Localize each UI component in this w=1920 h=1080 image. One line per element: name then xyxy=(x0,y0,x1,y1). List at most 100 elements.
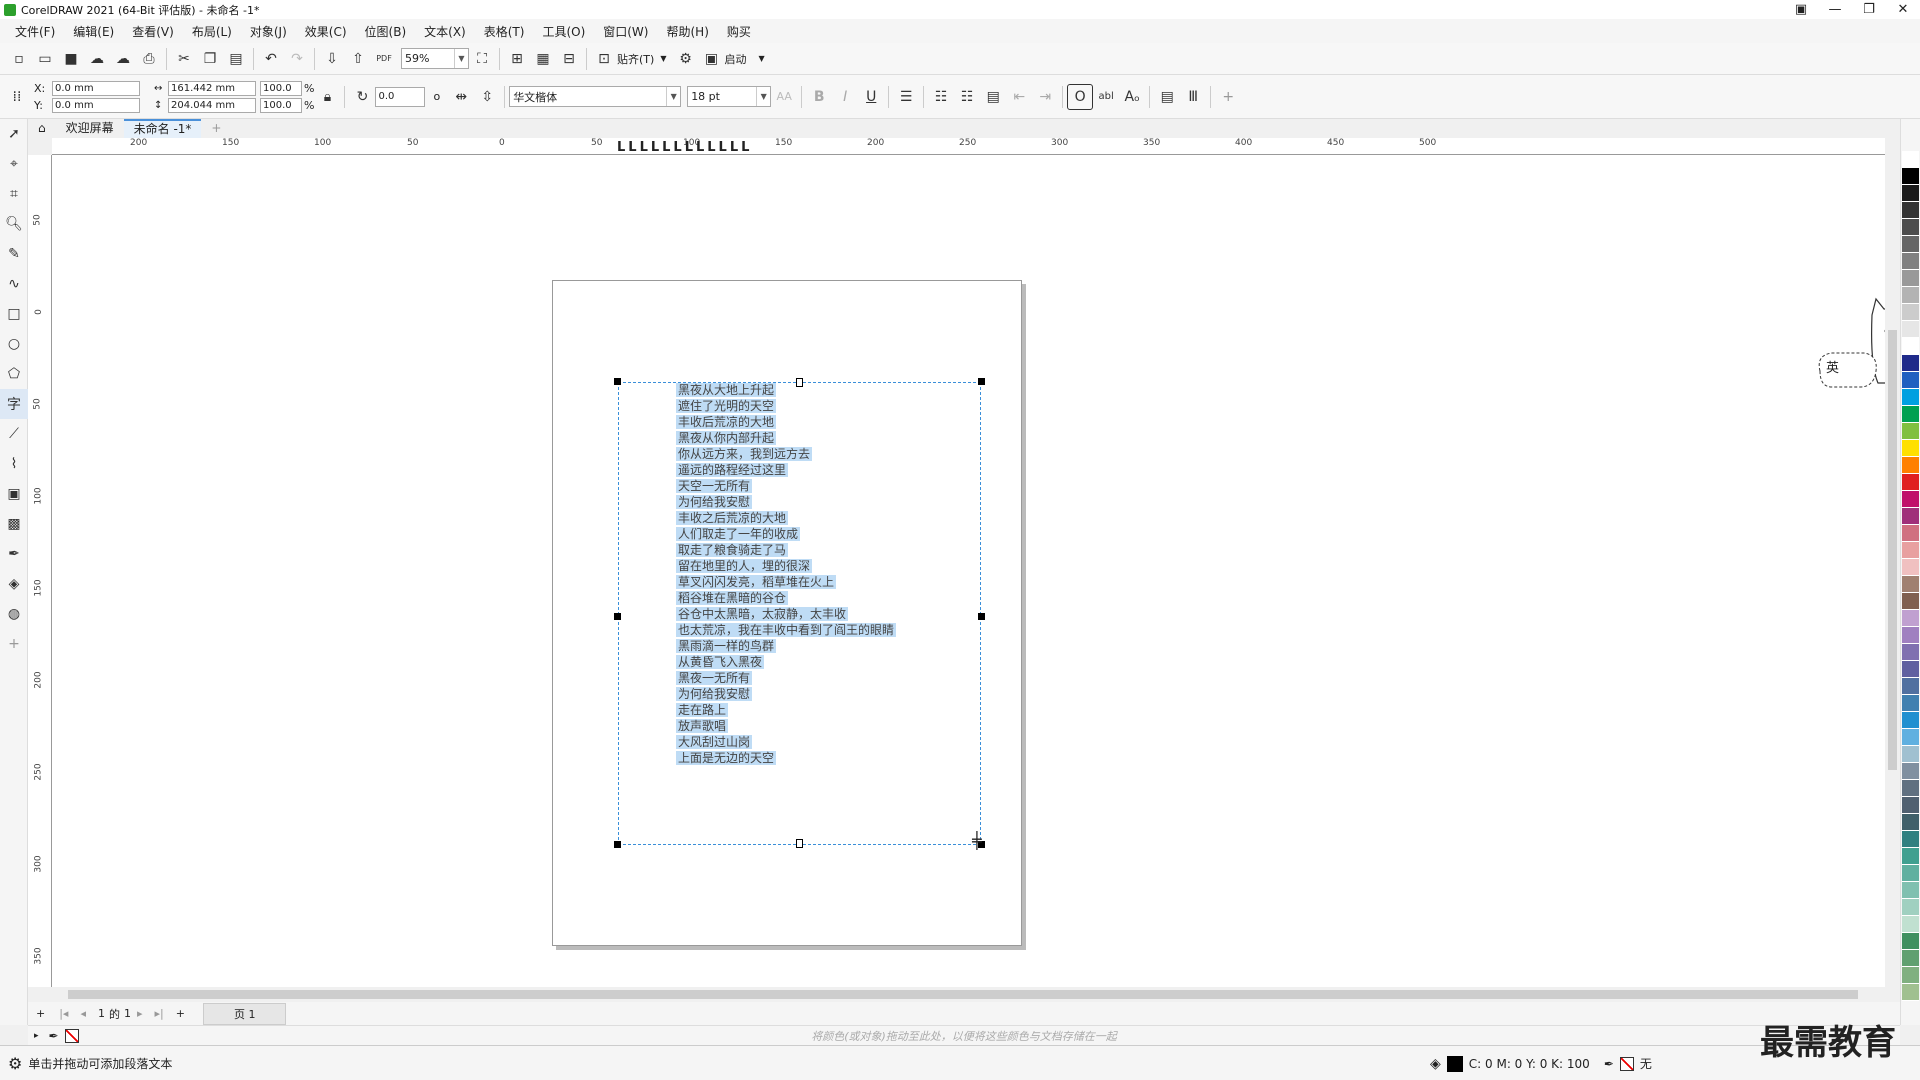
vertical-ruler[interactable]: 50 0 50 100 150 200 250 300 350 xyxy=(28,155,52,987)
color-swatch[interactable] xyxy=(1902,151,1919,168)
color-swatch[interactable] xyxy=(1902,321,1919,338)
color-swatch[interactable] xyxy=(1902,712,1919,729)
color-swatch[interactable] xyxy=(1902,763,1919,780)
color-swatch[interactable] xyxy=(1902,576,1919,593)
polygon-tool-icon[interactable]: ⬠ xyxy=(0,359,28,389)
color-swatch[interactable] xyxy=(1902,848,1919,865)
snap-icon[interactable]: ⊡ xyxy=(591,46,617,72)
minimize-button[interactable]: — xyxy=(1818,0,1852,19)
font-scale-icon[interactable]: AA xyxy=(771,84,797,110)
help-window-button[interactable]: ▣ xyxy=(1784,0,1818,19)
decrease-indent-icon[interactable]: ⇤ xyxy=(1006,84,1032,110)
lock-ratio-icon[interactable]: 🔒︎ xyxy=(314,84,340,110)
drop-cap-icon[interactable]: ▤ xyxy=(980,84,1006,110)
selection-handle[interactable] xyxy=(796,839,803,848)
selection-handle[interactable] xyxy=(978,613,985,620)
show-guidelines-icon[interactable]: ⊟ xyxy=(556,46,582,72)
add-icon[interactable]: + xyxy=(1215,84,1241,110)
color-swatch[interactable] xyxy=(1902,593,1919,610)
color-swatch[interactable] xyxy=(1902,372,1919,389)
y-position-field[interactable]: 0.0 mm xyxy=(52,97,140,113)
color-swatch[interactable] xyxy=(1902,525,1919,542)
color-swatch[interactable] xyxy=(1902,627,1919,644)
text-align-icon[interactable]: ☰ xyxy=(893,84,919,110)
color-swatch[interactable] xyxy=(1902,678,1919,695)
opentype-icon[interactable]: O xyxy=(1067,83,1094,110)
menu-help[interactable]: 帮助(H) xyxy=(657,23,717,40)
tab-welcome-screen[interactable]: 欢迎屏幕 xyxy=(56,119,124,138)
color-swatch[interactable] xyxy=(1902,236,1919,253)
transparency-tool-icon[interactable]: ▩ xyxy=(0,509,28,539)
color-swatch[interactable] xyxy=(1902,168,1919,185)
open-icon[interactable]: ▭ xyxy=(32,46,58,72)
zoom-tool-icon[interactable]: 🔍︎ xyxy=(0,209,28,239)
rotation-field[interactable]: 0.0 xyxy=(375,86,426,107)
ellipse-tool-icon[interactable]: ○ xyxy=(0,329,28,359)
color-swatch[interactable] xyxy=(1902,423,1919,440)
settings-gear-icon[interactable]: ⚙ xyxy=(8,1054,22,1073)
increase-indent-icon[interactable]: ⇥ xyxy=(1032,84,1058,110)
color-swatch[interactable] xyxy=(1902,219,1919,236)
color-swatch[interactable] xyxy=(1902,185,1919,202)
cloud-upload-icon[interactable]: ☁ xyxy=(110,46,136,72)
show-grid-icon[interactable]: ▦ xyxy=(530,46,556,72)
menu-buy[interactable]: 购买 xyxy=(718,23,760,40)
color-swatch[interactable] xyxy=(1902,831,1919,848)
color-swatch[interactable] xyxy=(1902,559,1919,576)
outline-none-swatch[interactable] xyxy=(1619,1056,1634,1071)
interactive-fill-tool-icon[interactable]: ◈ xyxy=(0,569,28,599)
height-field[interactable]: 204.044 mm xyxy=(168,97,256,113)
add-page-after-icon[interactable]: + xyxy=(176,1007,185,1020)
print-icon[interactable]: ⎙ xyxy=(136,46,162,72)
numbered-list-icon[interactable]: ☷ xyxy=(954,84,980,110)
menu-window[interactable]: 窗口(W) xyxy=(594,23,657,40)
color-swatch[interactable] xyxy=(1902,406,1919,423)
menu-effects[interactable]: 效果(C) xyxy=(296,23,356,40)
text-tool-icon[interactable]: 字 xyxy=(0,389,28,419)
prev-page-icon[interactable]: ◂ xyxy=(80,1007,86,1020)
horizontal-text-icon[interactable]: ▤ xyxy=(1154,84,1180,110)
menu-view[interactable]: 查看(V) xyxy=(123,23,183,40)
vertical-scrollbar[interactable] xyxy=(1885,155,1900,987)
color-swatch[interactable] xyxy=(1902,270,1919,287)
ime-cat-widget[interactable]: 英 xyxy=(1812,295,1885,405)
menu-table[interactable]: 表格(T) xyxy=(475,23,534,40)
selection-handle[interactable] xyxy=(614,841,621,848)
color-swatch[interactable] xyxy=(1902,661,1919,678)
export-pdf-icon[interactable]: PDF xyxy=(371,46,397,72)
color-swatch[interactable] xyxy=(1902,899,1919,916)
color-swatch[interactable] xyxy=(1902,780,1919,797)
shape-tool-icon[interactable]: ⌖ xyxy=(0,149,28,179)
x-position-field[interactable]: 0.0 mm xyxy=(52,80,140,96)
last-page-icon[interactable]: ▸| xyxy=(155,1007,164,1020)
color-swatch[interactable] xyxy=(1902,882,1919,899)
new-tab-plus-icon[interactable]: + xyxy=(201,119,231,138)
fill-color-swatch[interactable] xyxy=(1446,1055,1463,1072)
menu-edit[interactable]: 编辑(E) xyxy=(64,23,123,40)
export-icon[interactable]: ⇧ xyxy=(345,46,371,72)
color-swatch[interactable] xyxy=(1902,933,1919,950)
color-swatch[interactable] xyxy=(1902,491,1919,508)
paste-icon[interactable]: ▤ xyxy=(223,46,249,72)
pick-tool-icon[interactable]: ➚ xyxy=(0,119,28,149)
selection-handle[interactable] xyxy=(614,378,621,385)
launch-menu[interactable]: 启动 xyxy=(724,51,746,67)
color-swatch[interactable] xyxy=(1902,542,1919,559)
redo-icon[interactable]: ↷ xyxy=(284,46,310,72)
crop-tool-icon[interactable]: ⌗ xyxy=(0,179,28,209)
reference-point-icon[interactable]: ⁞⁞ xyxy=(4,84,30,110)
edit-text-icon[interactable]: Aₒ xyxy=(1119,84,1145,110)
color-swatch[interactable] xyxy=(1902,287,1919,304)
color-swatch[interactable] xyxy=(1902,729,1919,746)
menu-layout[interactable]: 布局(L) xyxy=(183,23,241,40)
scroll-thumb[interactable] xyxy=(68,990,1858,999)
snap-to-menu[interactable]: 贴齐(T) xyxy=(617,51,654,67)
horizontal-ruler[interactable]: 200 150 100 50 0 50 100 150 200 250 300 … xyxy=(52,138,1885,155)
color-swatch[interactable] xyxy=(1902,644,1919,661)
menu-bitmaps[interactable]: 位图(B) xyxy=(356,23,416,40)
cloud-download-icon[interactable]: ☁ xyxy=(84,46,110,72)
font-list-select[interactable]: 华文楷体 ▼ xyxy=(509,86,682,107)
drop-shadow-tool-icon[interactable]: ▣ xyxy=(0,479,28,509)
poem-text[interactable]: 黑夜从大地上升起 遮住了光明的天空 丰收后荒凉的大地 黑夜从你内部升起 你从远方… xyxy=(676,382,976,766)
color-swatch[interactable] xyxy=(1902,916,1919,933)
